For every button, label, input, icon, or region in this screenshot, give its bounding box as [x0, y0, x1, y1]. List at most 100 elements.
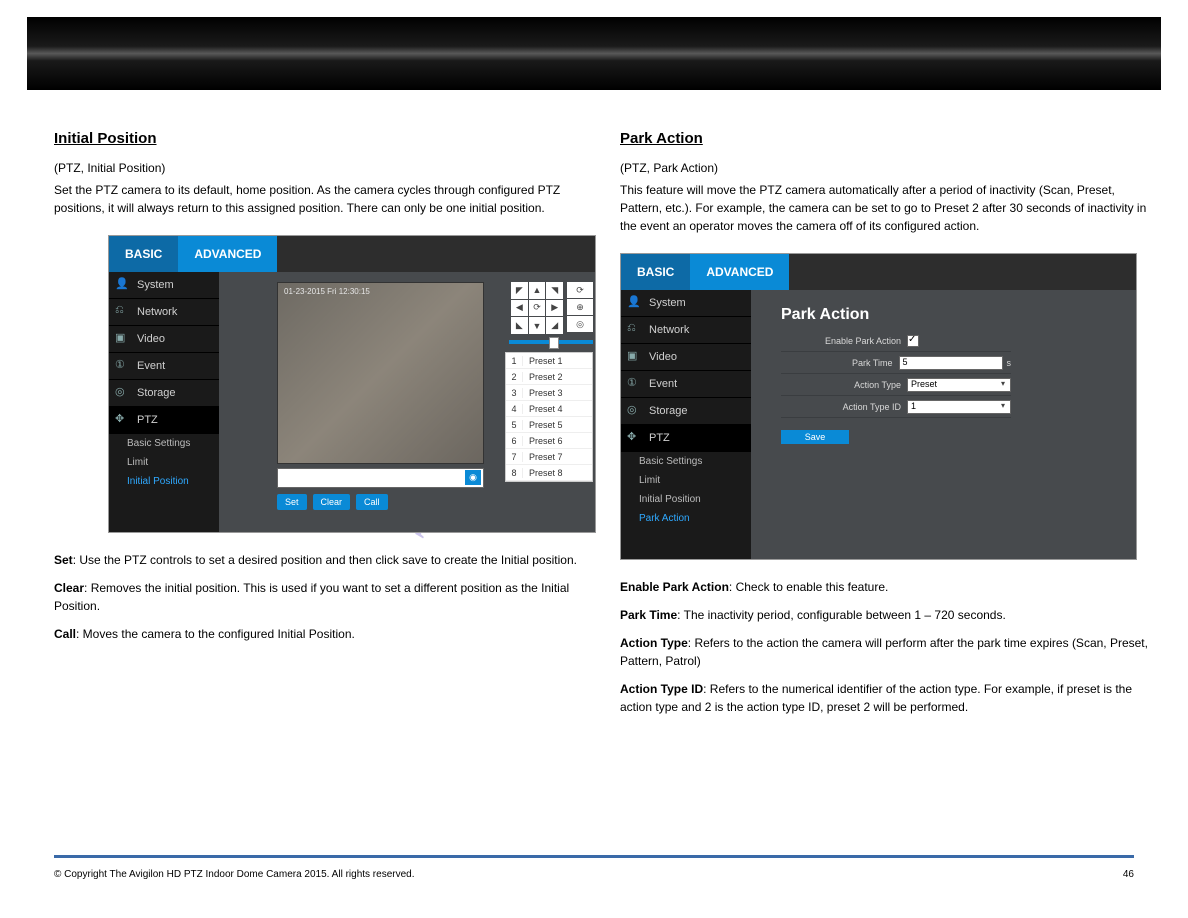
action-type-label: Action Type: [781, 380, 907, 390]
alert-icon: ①: [115, 358, 131, 374]
sidebar-sub-park[interactable]: Park Action: [621, 509, 751, 528]
disk-icon: ◎: [627, 403, 643, 419]
save-button[interactable]: Save: [781, 430, 849, 444]
footer-rule: [54, 855, 1134, 858]
right-desc-enable: Enable Park Action: Check to enable this…: [620, 578, 1160, 596]
left-section-title: Initial Position: [54, 130, 594, 147]
action-id-label: Action Type ID: [781, 402, 907, 412]
sidebar-item-network[interactable]: ⎌Network: [621, 317, 751, 344]
clear-button[interactable]: Clear: [313, 494, 351, 510]
park-time-input[interactable]: 5: [899, 356, 1003, 370]
sidebar-item-network[interactable]: ⎌Network: [109, 299, 219, 326]
sidebar-sub-initial[interactable]: Initial Position: [109, 472, 219, 491]
preset-row[interactable]: 8Preset 8: [506, 465, 592, 481]
right-intro: This feature will move the PTZ camera au…: [620, 181, 1160, 235]
network-icon: ⎌: [627, 322, 643, 338]
tab-advanced[interactable]: ADVANCED: [178, 236, 277, 272]
preset-row[interactable]: 5Preset 5: [506, 417, 592, 433]
tab-basic[interactable]: BASIC: [109, 236, 178, 272]
dpad-nw[interactable]: ◤: [511, 282, 528, 299]
right-desc-actiontype: Action Type: Refers to the action the ca…: [620, 634, 1160, 670]
sidebar-item-ptz[interactable]: ✥PTZ: [109, 407, 219, 434]
park-time-unit: s: [1007, 358, 1012, 368]
footer-copyright: © Copyright The Avigilon HD PTZ Indoor D…: [54, 869, 415, 880]
sidebar-item-event[interactable]: ①Event: [621, 371, 751, 398]
header-banner: [27, 17, 1161, 90]
speed-slider[interactable]: [509, 340, 593, 344]
aux-iris[interactable]: ◎: [567, 316, 593, 332]
camera-icon: ▣: [115, 331, 131, 347]
chevron-down-icon: ▾: [1001, 379, 1005, 388]
dpad-sw[interactable]: ◣: [511, 317, 528, 334]
preset-row[interactable]: 4Preset 4: [506, 401, 592, 417]
sidebar-item-video[interactable]: ▣Video: [109, 326, 219, 353]
sidebar: 👤System ⎌Network ▣Video ①Event ◎Storage …: [109, 272, 219, 532]
preset-row[interactable]: 6Preset 6: [506, 433, 592, 449]
dpad-e[interactable]: ▶: [546, 300, 563, 317]
action-id-select[interactable]: 1▾: [907, 400, 1011, 414]
enable-label: Enable Park Action: [781, 336, 907, 346]
camera-icon: ◉: [469, 472, 477, 483]
left-desc-clear: Clear: Removes the initial position. Thi…: [54, 579, 594, 615]
left-desc-call: Call: Moves the camera to the configured…: [54, 625, 594, 643]
dpad-s[interactable]: ▼: [529, 317, 546, 334]
sidebar: 👤System ⎌Network ▣Video ①Event ◎Storage …: [621, 290, 751, 559]
sidebar-sub-limit[interactable]: Limit: [109, 453, 219, 472]
ptz-aux: ⟳ ⊕ ◎: [567, 282, 593, 332]
left-screenshot: BASIC ADVANCED 👤System ⎌Network ▣Video ①…: [108, 235, 596, 533]
sidebar-item-ptz[interactable]: ✥PTZ: [621, 425, 751, 452]
camera-icon: ▣: [627, 349, 643, 365]
sidebar-sub-limit[interactable]: Limit: [621, 471, 751, 490]
dpad-ne[interactable]: ◥: [546, 282, 563, 299]
right-desc-actionid: Action Type ID: Refers to the numerical …: [620, 680, 1160, 716]
sidebar-sub-initial[interactable]: Initial Position: [621, 490, 751, 509]
panel-title: Park Action: [781, 306, 869, 324]
sidebar-item-storage[interactable]: ◎Storage: [109, 380, 219, 407]
call-button[interactable]: Call: [356, 494, 388, 510]
preset-row[interactable]: 2Preset 2: [506, 369, 592, 385]
sidebar-item-system[interactable]: 👤System: [621, 290, 751, 317]
enable-checkbox[interactable]: [907, 335, 919, 347]
ptz-icon: ✥: [115, 412, 131, 428]
action-type-select[interactable]: Preset▾: [907, 378, 1011, 392]
sidebar-item-event[interactable]: ①Event: [109, 353, 219, 380]
user-icon: 👤: [115, 277, 131, 293]
preset-name-input[interactable]: ◉: [277, 468, 484, 488]
right-desc-parktime: Park Time: The inactivity period, config…: [620, 606, 1160, 624]
tab-basic[interactable]: BASIC: [621, 254, 690, 290]
dpad-se[interactable]: ◢: [546, 317, 563, 334]
alert-icon: ①: [627, 376, 643, 392]
aux-undo[interactable]: ⟳: [567, 282, 593, 298]
park-time-label: Park Time: [781, 358, 899, 368]
dpad-n[interactable]: ▲: [529, 282, 546, 299]
sidebar-sub-basic[interactable]: Basic Settings: [109, 434, 219, 453]
sidebar-sub-basic[interactable]: Basic Settings: [621, 452, 751, 471]
snapshot-button[interactable]: ◉: [465, 470, 481, 485]
ptz-icon: ✥: [627, 430, 643, 446]
disk-icon: ◎: [115, 385, 131, 401]
ptz-dpad[interactable]: ◤ ▲ ◥ ◀ ⟳ ▶ ◣ ▼ ◢: [511, 282, 563, 334]
chevron-down-icon: ▾: [1001, 401, 1005, 410]
user-icon: 👤: [627, 295, 643, 311]
set-button[interactable]: Set: [277, 494, 307, 510]
dpad-w[interactable]: ◀: [511, 300, 528, 317]
footer-page-number: 46: [1123, 869, 1134, 880]
right-section-title: Park Action: [620, 130, 1160, 147]
preset-list: 1Preset 1 2Preset 2 3Preset 3 4Preset 4 …: [505, 352, 593, 482]
left-intro: Set the PTZ camera to its default, home …: [54, 181, 594, 217]
preset-row[interactable]: 3Preset 3: [506, 385, 592, 401]
video-preview: 01-23-2015 Fri 12:30:15: [277, 282, 484, 464]
left-desc-set: Set: Use the PTZ controls to set a desir…: [54, 551, 594, 569]
preset-row[interactable]: 1Preset 1: [506, 353, 592, 369]
video-osd: 01-23-2015 Fri 12:30:15: [284, 287, 370, 296]
preset-row[interactable]: 7Preset 7: [506, 449, 592, 465]
dpad-center[interactable]: ⟳: [529, 300, 546, 317]
sidebar-item-system[interactable]: 👤System: [109, 272, 219, 299]
left-section-sub: (PTZ, Initial Position): [54, 161, 594, 175]
right-screenshot: BASIC ADVANCED 👤System ⎌Network ▣Video ①…: [620, 253, 1137, 560]
sidebar-item-storage[interactable]: ◎Storage: [621, 398, 751, 425]
tab-advanced[interactable]: ADVANCED: [690, 254, 789, 290]
aux-zoom[interactable]: ⊕: [567, 299, 593, 315]
right-section-sub: (PTZ, Park Action): [620, 161, 1160, 175]
sidebar-item-video[interactable]: ▣Video: [621, 344, 751, 371]
